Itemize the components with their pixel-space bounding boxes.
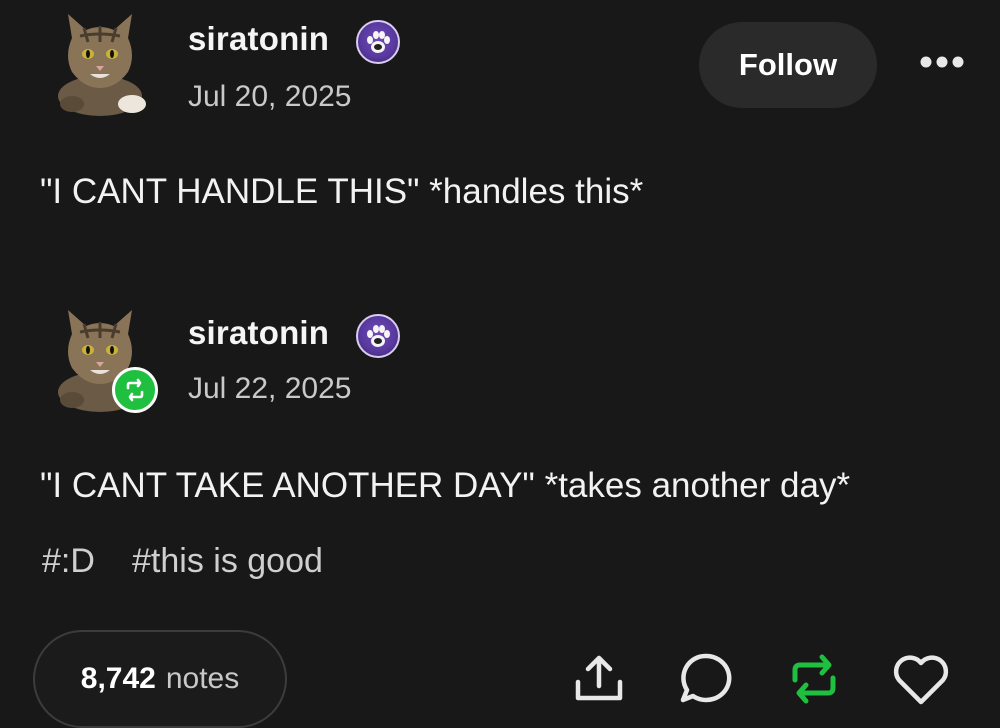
- reblog-icon[interactable]: [783, 650, 845, 713]
- notes-label: notes: [165, 662, 240, 695]
- tag-link[interactable]: #this is good: [132, 542, 323, 581]
- share-icon[interactable]: [568, 650, 630, 713]
- post1-date: Jul 20, 2025: [188, 80, 352, 113]
- reblog-badge-icon: [112, 367, 158, 413]
- post2-date: Jul 22, 2025: [188, 372, 352, 405]
- post2-username[interactable]: siratonin: [188, 314, 329, 352]
- avatar-cat[interactable]: [50, 8, 150, 116]
- more-options-icon[interactable]: [918, 52, 966, 77]
- tag-link[interactable]: #:D: [42, 542, 95, 581]
- paw-badge-icon: [356, 314, 400, 358]
- follow-button[interactable]: Follow: [699, 22, 877, 108]
- paw-badge-icon: [356, 20, 400, 64]
- post2-text: "I CANT TAKE ANOTHER DAY" *takes another…: [40, 466, 851, 505]
- post1-username[interactable]: siratonin: [188, 20, 329, 58]
- notes-button[interactable]: 8,742 notes: [33, 630, 287, 728]
- reply-icon[interactable]: [675, 650, 737, 713]
- cat-avatar-image: [58, 14, 146, 116]
- notes-count: 8,742: [80, 662, 156, 695]
- like-icon[interactable]: [890, 652, 952, 713]
- post1-text: "I CANT HANDLE THIS" *handles this*: [40, 172, 644, 211]
